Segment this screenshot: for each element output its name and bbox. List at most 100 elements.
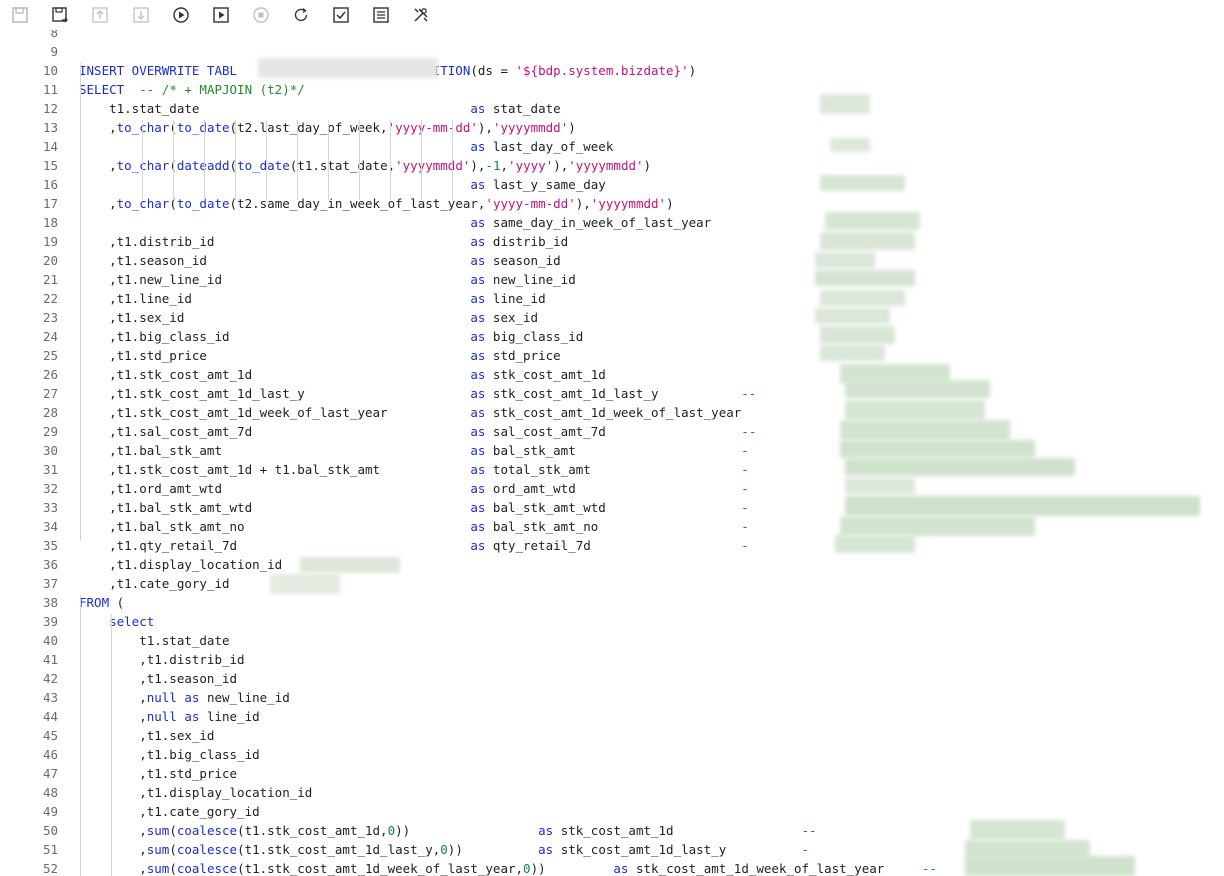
redacted-block: [845, 496, 1200, 516]
indent-guide: [328, 120, 329, 200]
line-number: 32: [42, 481, 58, 496]
code-line[interactable]: ,t1.bal_stk_amt_no as bal_stk_amt_no -: [79, 517, 749, 536]
indent-guide: [142, 120, 143, 200]
code-line[interactable]: ,sum(coalesce(t1.stk_cost_amt_1d,0)) as …: [79, 821, 817, 840]
code-line[interactable]: ,t1.display_location_id: [79, 783, 312, 802]
code-line[interactable]: FROM (: [79, 593, 124, 612]
code-line[interactable]: ,t1.line_id as line_id: [79, 289, 546, 308]
code-line[interactable]: ,t1.qty_retail_7d as qty_retail_7d -: [79, 536, 749, 555]
code-token: ,: [500, 158, 509, 173]
code-token: as: [470, 462, 486, 477]
code-line[interactable]: ,t1.big_class_id as big_class_id: [79, 327, 583, 346]
indent-guide: [359, 120, 360, 200]
line-number: 42: [42, 671, 58, 686]
code-line[interactable]: as last_y_same_day: [79, 175, 605, 194]
code-line[interactable]: ,t1.season_id: [79, 669, 237, 688]
code-line[interactable]: ,to_char(dateadd(to_date(t1.stat_date,'y…: [79, 156, 651, 175]
code-line[interactable]: ,t1.stk_cost_amt_1d_last_y as stk_cost_a…: [79, 384, 756, 403]
redacted-block: [815, 308, 890, 324]
redacted-block: [815, 252, 875, 268]
code-token: (t1.stk_cost_amt_1d_week_of_last_year,: [237, 861, 524, 876]
sql-code-editor[interactable]: 8 9 10 11 12 13 14 15 16 17 18 19 20 21 22 23 24 25 26 27 28…: [0, 30, 1224, 876]
code-line[interactable]: t1.stat_date as stat_date: [79, 99, 561, 118]
format-icon[interactable]: [370, 4, 392, 26]
indent-guide: [235, 120, 236, 200]
code-line[interactable]: ,t1.cate_gory_id: [79, 802, 260, 821]
code-line[interactable]: select: [79, 612, 154, 631]
tools-icon[interactable]: [410, 4, 432, 26]
code-token: as: [470, 253, 486, 268]
code-token: (: [169, 861, 177, 876]
code-token: ,t1.std_price: [79, 766, 238, 781]
line-number: 47: [42, 766, 58, 781]
code-token: ,t1.cate_gory_id: [79, 804, 260, 819]
run-icon[interactable]: [170, 4, 192, 26]
line-number: 38: [42, 595, 58, 610]
code-token: stk_cost_amt_1d_last_y: [485, 386, 659, 401]
upload-icon[interactable]: [89, 4, 111, 26]
code-line[interactable]: ,t1.distrib_id: [79, 650, 245, 669]
code-line[interactable]: ,t1.big_class_id: [79, 745, 259, 764]
code-line[interactable]: ,t1.std_price: [79, 764, 237, 783]
download-icon[interactable]: [130, 4, 152, 26]
code-line[interactable]: ,t1.ord_amt_wtd as ord_amt_wtd -: [79, 479, 749, 498]
code-token: to_date: [237, 158, 290, 173]
code-line[interactable]: ,t1.bal_stk_amt as bal_stk_amt -: [79, 441, 749, 460]
line-number: 15: [42, 158, 58, 173]
code-token: as: [184, 709, 200, 724]
code-token: -: [575, 481, 749, 496]
code-token: as: [470, 234, 486, 249]
code-token: as: [470, 215, 486, 230]
redacted-block: [258, 58, 438, 78]
code-token: ,t1.big_class_id: [79, 329, 471, 344]
code-token: ,t1.line_id: [79, 291, 471, 306]
code-token: as: [184, 690, 200, 705]
line-number: 52: [42, 861, 58, 876]
code-line[interactable]: as last_day_of_week: [79, 137, 613, 156]
code-line[interactable]: ,t1.season_id as season_id: [79, 251, 561, 270]
code-token: 0: [387, 823, 396, 838]
line-number: 26: [42, 367, 58, 382]
refresh-icon[interactable]: [290, 4, 312, 26]
line-number: 9: [50, 44, 58, 59]
code-line[interactable]: ,t1.stk_cost_amt_1d_week_of_last_year as…: [79, 403, 741, 422]
code-line[interactable]: ,t1.distrib_id as distrib_id: [79, 232, 568, 251]
code-line[interactable]: ,t1.new_line_id as new_line_id: [79, 270, 576, 289]
code-token: (t1.stat_date,: [289, 158, 396, 173]
line-number: 51: [42, 842, 58, 857]
code-line[interactable]: ,t1.stk_cost_amt_1d as stk_cost_amt_1d: [79, 365, 606, 384]
code-line[interactable]: ,null as line_id: [79, 707, 259, 726]
redacted-block: [300, 557, 400, 573]
save-as-icon[interactable]: [49, 4, 71, 26]
code-token: ,t1.season_id: [79, 671, 238, 686]
check-icon[interactable]: [330, 4, 352, 26]
code-line[interactable]: ,t1.sex_id as sex_id: [79, 308, 538, 327]
code-line[interactable]: ,t1.display_location_id: [79, 555, 282, 574]
code-line[interactable]: ,t1.std_price as std_price: [79, 346, 561, 365]
indent-guide: [111, 614, 112, 876]
code-line[interactable]: SELECT -- /* + MAPJOIN (t2)*/: [79, 80, 305, 99]
code-token: as: [613, 861, 629, 876]
code-line[interactable]: ,t1.cate_gory_id: [79, 574, 229, 593]
code-token: ),: [477, 120, 493, 135]
run-advanced-icon[interactable]: [210, 4, 232, 26]
code-token: as: [470, 405, 486, 420]
code-token: ,t1.distrib_id: [79, 234, 471, 249]
save-icon[interactable]: [9, 4, 31, 26]
code-token: sal_cost_amt_7d: [485, 424, 606, 439]
code-line[interactable]: ,t1.sex_id: [79, 726, 214, 745]
code-token: ,t1.distrib_id: [79, 652, 245, 667]
code-line[interactable]: ,t1.bal_stk_amt_wtd as bal_stk_amt_wtd -: [79, 498, 749, 517]
code-line[interactable]: ,t1.stk_cost_amt_1d + t1.bal_stk_amt as …: [79, 460, 749, 479]
code-token: --: [605, 424, 757, 439]
code-line[interactable]: t1.stat_date: [79, 631, 229, 650]
code-line[interactable]: ,sum(coalesce(t1.stk_cost_amt_1d_week_of…: [79, 859, 937, 876]
code-line[interactable]: as same_day_in_week_of_last_year: [79, 213, 711, 232]
code-line[interactable]: ,sum(coalesce(t1.stk_cost_amt_1d_last_y,…: [79, 840, 809, 859]
code-line[interactable]: ,to_char(to_date(t2.same_day_in_week_of_…: [79, 194, 674, 213]
stop-icon[interactable]: [250, 4, 272, 26]
code-token: '${bdp.system.bizdate}': [515, 63, 689, 78]
code-token: --: [673, 823, 817, 838]
code-line[interactable]: ,t1.sal_cost_amt_7d as sal_cost_amt_7d -…: [79, 422, 756, 441]
